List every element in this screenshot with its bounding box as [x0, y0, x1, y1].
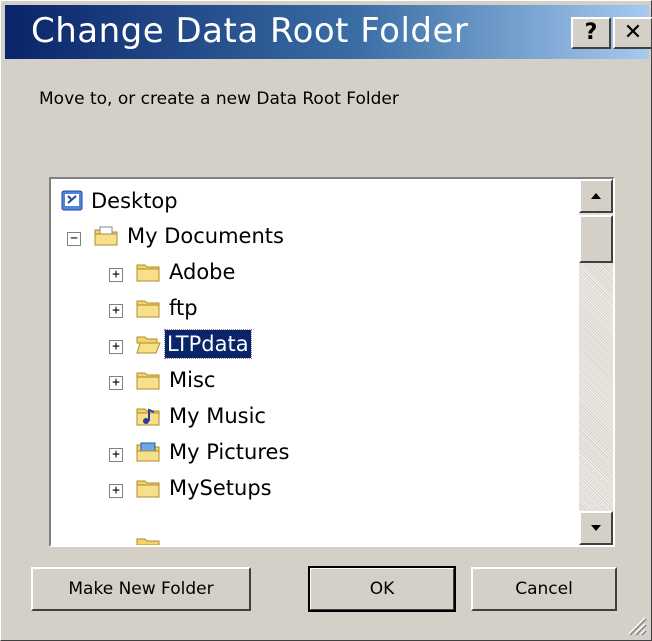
scroll-up-button[interactable]: [579, 179, 613, 213]
documents-folder-icon: [94, 226, 118, 246]
desktop-icon: [61, 190, 83, 211]
expand-toggle[interactable]: +: [109, 304, 123, 318]
folder-tree[interactable]: Desktop − My Documents + Adobe + ftp + L…: [49, 177, 615, 547]
expand-toggle[interactable]: +: [109, 268, 123, 282]
arrow-down-icon: [591, 525, 601, 531]
tree-item-desktop[interactable]: Desktop: [59, 185, 579, 219]
expand-toggle[interactable]: +: [109, 448, 123, 462]
folder-icon: [136, 538, 160, 545]
tree-item-label: LTPdata: [164, 329, 252, 359]
tree-item-my-music[interactable]: My Music: [109, 400, 569, 434]
tree-item-label: Desktop: [91, 189, 178, 213]
collapse-toggle[interactable]: −: [67, 232, 81, 246]
tree-item-label: MySetups: [169, 476, 272, 500]
expand-toggle[interactable]: +: [109, 340, 123, 354]
tree-item-misc[interactable]: + Misc: [109, 364, 569, 398]
ok-button[interactable]: OK: [308, 566, 456, 612]
expand-toggle[interactable]: +: [109, 376, 123, 390]
scroll-thumb[interactable]: [579, 215, 613, 263]
tree-item-label: My Music: [169, 404, 266, 428]
open-folder-icon: [136, 336, 161, 354]
music-folder-icon: [136, 408, 160, 426]
tree-item-label: Misc: [169, 368, 216, 392]
scroll-down-button[interactable]: [579, 511, 613, 545]
instruction-text: Move to, or create a new Data Root Folde…: [39, 89, 399, 109]
help-button[interactable]: ?: [571, 17, 611, 49]
folder-icon: [136, 300, 160, 318]
tree-item-my-pictures[interactable]: + My Pictures: [109, 436, 569, 470]
tree-item-my-documents[interactable]: − My Documents: [67, 220, 577, 254]
resize-grip-icon[interactable]: [621, 610, 647, 636]
pictures-folder-icon: [136, 442, 160, 462]
tree-item-ltpdata[interactable]: + LTPdata: [109, 328, 569, 362]
expand-toggle[interactable]: +: [109, 484, 123, 498]
folder-icon: [136, 480, 160, 498]
cancel-button[interactable]: Cancel: [471, 567, 617, 611]
folder-icon: [136, 372, 160, 390]
make-new-folder-button[interactable]: Make New Folder: [31, 567, 251, 611]
tree-item-label: My Pictures: [169, 440, 290, 464]
arrow-up-icon: [591, 193, 601, 199]
title-bar[interactable]: Change Data Root Folder ? ✕: [5, 5, 652, 59]
window-title: Change Data Root Folder: [31, 11, 469, 51]
folder-icon: [136, 264, 160, 282]
close-button[interactable]: ✕: [613, 17, 652, 49]
tree-item-adobe[interactable]: + Adobe: [109, 256, 569, 290]
tree-item-label: ftp: [169, 296, 198, 320]
vertical-scrollbar[interactable]: [579, 179, 613, 545]
tree-item-label: My Documents: [127, 224, 284, 248]
tree-item-label: Adobe: [169, 260, 236, 284]
tree-item-ftp[interactable]: + ftp: [109, 292, 569, 326]
tree-item-mysetups[interactable]: + MySetups: [109, 472, 569, 506]
change-data-root-folder-dialog: Change Data Root Folder ? ✕ Move to, or …: [0, 0, 652, 641]
